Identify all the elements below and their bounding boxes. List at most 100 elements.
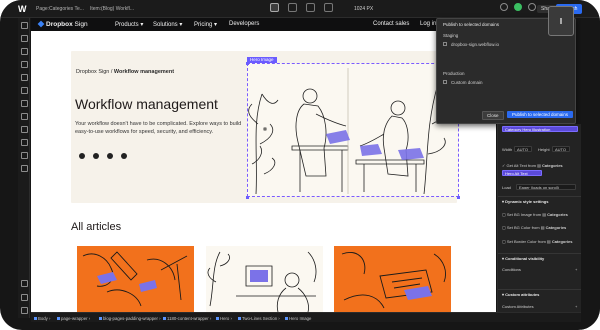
linkedin-icon[interactable] — [107, 153, 113, 159]
hero-subtitle: Your workflow doesn't have to be complic… — [75, 121, 242, 135]
hero-image[interactable] — [247, 63, 459, 197]
page-selector[interactable]: Categories Te... — [49, 6, 84, 12]
nav-contact-sales[interactable]: Contact sales — [373, 21, 409, 27]
dropbox-sign-logo[interactable]: Dropbox Sign — [37, 20, 88, 28]
crumb-body[interactable]: Body › — [34, 316, 50, 321]
alt-text-row[interactable]: ✓ Get Alt Text from ▤ Categories — [502, 163, 563, 168]
variables-icon[interactable] — [21, 113, 28, 120]
load-select[interactable]: Eager (loads on scroll) — [516, 184, 576, 190]
dialog-close-button[interactable]: Close — [482, 111, 504, 120]
border-color-row[interactable]: ▢ Set Border Color from ▤ Categories — [502, 239, 573, 244]
rss-icon[interactable] — [121, 153, 127, 159]
undo-icon[interactable] — [500, 3, 508, 11]
item-selector[interactable]: (Blog) Workfl... — [101, 6, 134, 12]
alt-text-field-select[interactable]: Hero Alt Text — [502, 170, 542, 176]
bg-color-row[interactable]: ▢ Set BG Color from ▤ Categories — [502, 225, 566, 230]
height-input[interactable]: AUTO — [552, 146, 570, 152]
dropbox-box-icon — [37, 20, 45, 28]
toolbar-status — [500, 3, 536, 11]
article-card-image[interactable] — [334, 246, 451, 312]
article-card-image[interactable] — [77, 246, 194, 312]
mobile-breakpoint-icon[interactable] — [324, 3, 333, 12]
breakpoint-switcher — [270, 3, 333, 12]
add-condition-icon[interactable]: + — [575, 267, 577, 272]
users-icon[interactable] — [21, 139, 28, 146]
production-checkbox[interactable] — [443, 80, 447, 84]
conditional-visibility-header[interactable]: ▾ Conditional visibility — [502, 256, 544, 261]
add-elements-icon[interactable] — [21, 22, 28, 29]
help-icon[interactable] — [21, 280, 28, 287]
add-attribute-icon[interactable]: + — [575, 304, 577, 309]
nav-developers[interactable]: Developers — [229, 21, 259, 27]
nav-pricing[interactable]: Pricing ▾ — [194, 21, 217, 28]
breadcrumb-separator: / — [110, 69, 113, 75]
audit-icon[interactable] — [21, 307, 28, 314]
logic-icon[interactable] — [21, 152, 28, 159]
window-edge — [581, 18, 600, 330]
nav-login[interactable]: Log in — [420, 21, 436, 27]
breadcrumb: Dropbox Sign / Workflow management — [76, 69, 174, 75]
resize-handle[interactable] — [246, 62, 249, 65]
option-staging-label: Staging — [443, 33, 459, 38]
nav-solutions[interactable]: Solutions ▾ — [153, 21, 182, 28]
ecommerce-icon[interactable] — [21, 74, 28, 81]
style-selectors-icon[interactable] — [21, 126, 28, 133]
divider — [498, 289, 582, 290]
webflow-logo[interactable]: W — [18, 4, 28, 14]
crumb-blog-padding-wrapper[interactable]: blog-pages-padding-wrapper › — [99, 316, 161, 321]
social-links — [79, 153, 127, 159]
article-card-image[interactable] — [206, 246, 323, 312]
video-tutorials-icon[interactable] — [21, 294, 28, 301]
facebook-icon[interactable] — [79, 153, 85, 159]
element-icon — [285, 316, 288, 320]
hero-section[interactable]: Dropbox Sign / Workflow management Workf… — [71, 51, 460, 203]
publish-selected-button[interactable]: Publish to selected domains — [507, 111, 574, 118]
panel-toggle-button[interactable]: ‖ — [548, 6, 574, 36]
width-input[interactable]: AUTO — [514, 146, 532, 152]
preview-icon[interactable] — [528, 3, 536, 11]
hero-illustration — [248, 68, 455, 195]
item-label: Item: — [90, 6, 102, 12]
dynamic-style-header[interactable]: ▾ Dynamic style settings — [502, 199, 548, 204]
tablet-breakpoint-icon[interactable] — [288, 3, 297, 12]
pages-icon[interactable] — [21, 48, 28, 55]
option-production-label: Production — [443, 71, 465, 76]
crumb-two-lines-section[interactable]: Two-Lines Section › — [238, 316, 280, 321]
crumb-page-wrapper[interactable]: page-wrapper › — [57, 316, 90, 321]
assets-icon[interactable] — [21, 87, 28, 94]
resize-handle[interactable] — [457, 196, 460, 199]
category-field-select[interactable]: Category Hero Illustration — [502, 126, 578, 132]
element-breadcrumb-bar: Body › page-wrapper › blog-pages-padding… — [31, 312, 581, 322]
divider — [498, 196, 582, 197]
element-icon — [238, 316, 241, 320]
design-canvas[interactable]: Dropbox Sign Products ▾ Solutions ▾ Pric… — [31, 18, 496, 312]
crumb-hero[interactable]: Hero › — [216, 316, 232, 321]
resize-handle[interactable] — [246, 196, 249, 199]
nav-products[interactable]: Products ▾ — [115, 21, 143, 28]
site-navigation: Dropbox Sign Products ▾ Solutions ▾ Pric… — [31, 18, 496, 31]
apps-icon[interactable] — [21, 165, 28, 172]
desktop-breakpoint-icon[interactable] — [270, 3, 279, 12]
hero-title: Workflow management — [75, 96, 218, 112]
components-icon[interactable] — [21, 100, 28, 107]
navigator-icon[interactable] — [21, 35, 28, 42]
landscape-breakpoint-icon[interactable] — [306, 3, 315, 12]
article-thumbnail — [334, 246, 451, 312]
divider — [498, 253, 582, 254]
staging-checkbox[interactable] — [443, 42, 447, 46]
bg-image-row[interactable]: ▢ Set BG Image from ▤ Categories — [502, 212, 568, 217]
element-icon — [163, 316, 166, 320]
article-thumbnail — [206, 246, 323, 312]
status-ok-icon — [514, 3, 522, 11]
element-icon — [99, 316, 102, 320]
crumb-content-wrapper[interactable]: 1180-content-wrapper › — [163, 316, 211, 321]
crumb-hero-image[interactable]: Hero Image — [285, 316, 311, 321]
custom-attributes-header[interactable]: ▾ Custom attributes — [502, 292, 539, 297]
cms-icon[interactable] — [21, 61, 28, 68]
breadcrumb-parent[interactable]: Dropbox Sign — [76, 69, 109, 75]
option-production-domain: Custom domain — [451, 80, 483, 85]
twitter-icon[interactable] — [93, 153, 99, 159]
custom-attributes-label: Custom Attributes — [502, 304, 534, 309]
canvas-width-readout: 1024 PX — [354, 6, 374, 12]
height-label: Height — [538, 147, 550, 152]
